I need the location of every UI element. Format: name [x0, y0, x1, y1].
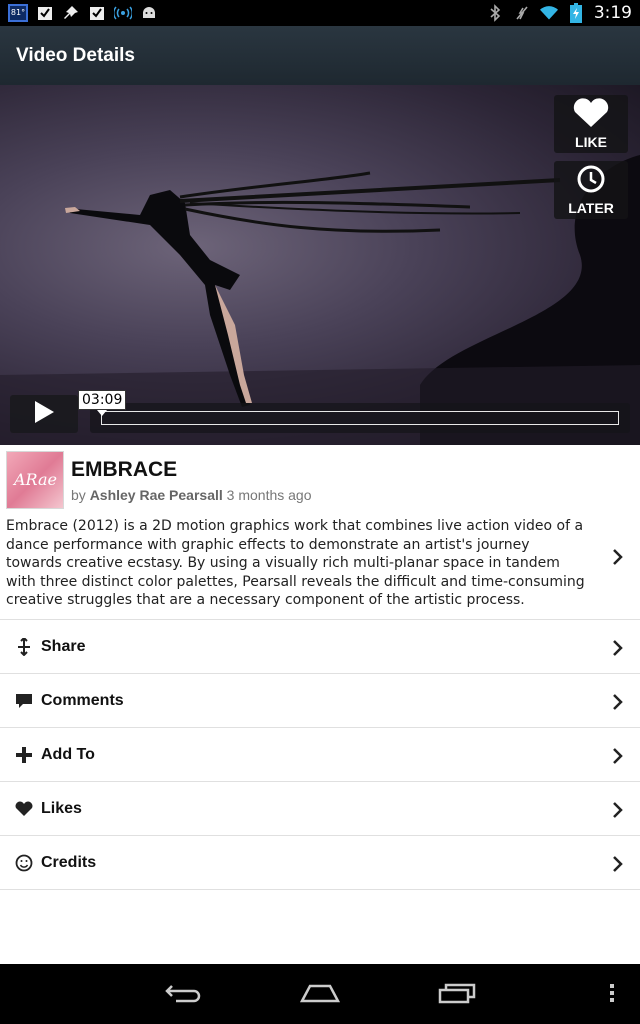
back-button[interactable]	[163, 982, 203, 1008]
heart-icon	[15, 800, 33, 818]
home-icon	[299, 982, 341, 1009]
clock: 3:19	[593, 3, 632, 23]
chevron-right-icon	[612, 693, 624, 716]
chevron-right-icon	[612, 639, 624, 662]
chevron-right-icon[interactable]	[612, 548, 624, 571]
checkbox-icon	[88, 4, 106, 22]
video-actions-list: Share Comments Add To Likes Credits	[0, 620, 640, 890]
author-avatar[interactable]: ARae	[6, 451, 64, 509]
author-name[interactable]: Ashley Rae Pearsall	[90, 487, 223, 503]
menu-item-label: Likes	[41, 799, 82, 817]
share-icon	[15, 638, 33, 656]
upload-age: 3 months ago	[226, 487, 312, 503]
plus-icon	[15, 746, 33, 764]
clock-icon	[576, 164, 606, 197]
menu-item-label: Credits	[41, 853, 97, 871]
menu-item-credits[interactable]: Credits	[0, 836, 640, 890]
by-label: by	[71, 487, 86, 503]
play-icon	[33, 400, 55, 429]
time-tooltip: 03:09	[78, 390, 127, 416]
menu-item-add-to[interactable]: Add To	[0, 728, 640, 782]
play-button[interactable]	[10, 395, 78, 433]
chevron-right-icon	[612, 855, 624, 878]
like-label: LIKE	[575, 134, 607, 150]
menu-item-label: Share	[41, 637, 86, 655]
comment-icon	[15, 692, 33, 710]
recent-apps-button[interactable]	[437, 982, 477, 1008]
menu-icon	[609, 983, 615, 1008]
battery-icon	[567, 3, 585, 23]
watch-later-button[interactable]: LATER	[554, 161, 628, 219]
bluetooth-icon	[486, 4, 504, 22]
like-button[interactable]: LIKE	[554, 95, 628, 153]
wireless-icon	[114, 4, 132, 22]
video-info[interactable]: ARae EMBRACE by Ashley Rae Pearsall 3 mo…	[0, 445, 640, 620]
svg-text:ARae: ARae	[12, 470, 57, 489]
system-navigation-bar	[0, 964, 640, 1024]
back-icon	[164, 982, 202, 1009]
recent-apps-icon	[438, 982, 476, 1009]
home-button[interactable]	[299, 982, 341, 1009]
progress-track[interactable]	[101, 411, 619, 425]
chevron-right-icon	[612, 747, 624, 770]
menu-item-label: Add To	[41, 745, 95, 763]
status-bar: 81° 3:19	[0, 0, 640, 26]
menu-item-label: Comments	[41, 691, 124, 709]
heart-icon	[572, 98, 610, 131]
video-description: Embrace (2012) is a 2D motion graphics w…	[6, 518, 585, 608]
later-label: LATER	[568, 200, 614, 216]
temperature-badge: 81°	[8, 4, 28, 22]
wifi-icon	[539, 4, 558, 22]
menu-item-likes[interactable]: Likes	[0, 782, 640, 836]
progress-bar-container	[90, 403, 630, 433]
video-title: EMBRACE	[71, 458, 178, 481]
video-byline: by Ashley Rae Pearsall 3 months ago	[71, 487, 312, 503]
checkbox-icon	[36, 4, 54, 22]
action-bar: Video Details	[0, 26, 640, 85]
video-player[interactable]: LIKE LATER 03:09	[0, 85, 640, 445]
mute-icon	[513, 4, 531, 22]
menu-item-comments[interactable]: Comments	[0, 674, 640, 728]
smiley-icon	[15, 854, 33, 872]
overflow-menu-button[interactable]	[592, 982, 632, 1008]
chevron-right-icon	[612, 801, 624, 824]
page-title: Video Details	[16, 44, 135, 66]
avatar-logo-art: ARae	[12, 470, 57, 489]
pin-icon	[62, 4, 80, 22]
android-icon	[140, 4, 158, 22]
menu-item-share[interactable]: Share	[0, 620, 640, 674]
